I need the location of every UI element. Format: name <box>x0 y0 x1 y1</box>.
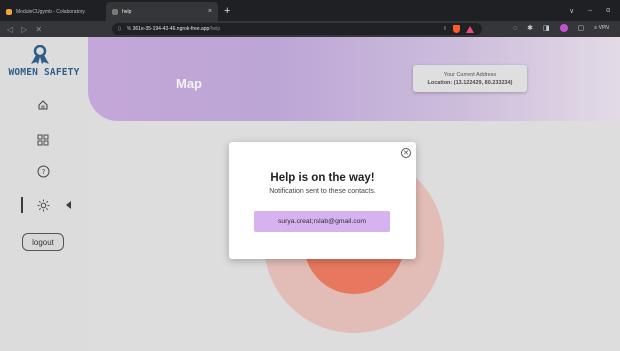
sidebar-toggle-icon[interactable]: ◨ <box>543 24 550 32</box>
close-icon[interactable]: ✕ <box>401 148 411 158</box>
puzzle-icon[interactable]: ✱ <box>527 24 533 32</box>
address-text: % 361e-35-194-43-46.ngrok-free.app/help <box>126 26 221 32</box>
active-indicator <box>21 197 23 213</box>
address-bar[interactable]: ▯ % 361e-35-194-43-46.ngrok-free.app/hel… <box>112 23 482 35</box>
browser-toolbar: ◁ ▷ ✕ ▯ % 361e-35-194-43-46.ngrok-free.a… <box>0 21 620 37</box>
contact-chip: surya.creat;rslab@gmail.com <box>254 211 390 232</box>
location-coordinates: Location: (13.122429, 80.233234) <box>427 80 513 87</box>
collapse-sidebar-icon[interactable] <box>66 201 71 209</box>
close-tab-icon[interactable]: × <box>208 8 212 15</box>
back-icon[interactable]: ◁ <box>7 25 13 34</box>
header: Map Your Current Address Location: (13.1… <box>88 37 620 121</box>
forward-icon[interactable]: ▷ <box>21 25 27 34</box>
page-icon <box>112 8 118 15</box>
share-icon[interactable]: ⇪ <box>443 26 447 32</box>
sidebar: WOMEN SAFETY ? logout <box>0 37 88 351</box>
rewards-icon[interactable] <box>466 25 474 33</box>
brand-name: WOMEN SAFETY <box>8 67 80 78</box>
app: WOMEN SAFETY ? logout Map Your Current A… <box>0 37 620 351</box>
browser-extensions: ◌ ✱ ◨ ▢ ≡ VPN <box>513 24 609 32</box>
extensions-icon[interactable]: ◌ <box>513 25 517 32</box>
home-icon[interactable] <box>36 98 50 112</box>
address-card-label: Your Current Address <box>443 72 497 78</box>
new-tab-button[interactable]: + <box>224 5 230 17</box>
dashboard-icon[interactable] <box>36 133 50 147</box>
brave-shield-icon[interactable] <box>453 25 460 33</box>
bookmark-icon[interactable]: ▯ <box>118 26 121 32</box>
tab-colaboratory[interactable]: ModuleCUgymb - Colaboratory <box>0 2 106 21</box>
nav-buttons: ◁ ▷ ✕ <box>0 25 112 34</box>
colab-icon <box>6 8 12 15</box>
close-window-button[interactable]: ɑ <box>606 7 610 15</box>
tab-search-icon[interactable]: ∨ <box>569 7 574 15</box>
profile-icon[interactable] <box>559 24 568 32</box>
modal-title: Help is on the way! <box>270 172 375 184</box>
help-icon[interactable]: ? <box>36 164 50 178</box>
svg-text:?: ? <box>41 168 45 176</box>
wallet-icon[interactable]: ▢ <box>578 24 585 32</box>
logout-button[interactable]: logout <box>22 233 64 251</box>
current-address-card: Your Current Address Location: (13.12242… <box>413 65 527 92</box>
tab-label: help <box>122 8 132 15</box>
window-controls: ∨ – ɑ <box>569 7 620 15</box>
vpn-button[interactable]: ≡ VPN <box>594 25 609 31</box>
page-title: Map <box>176 76 202 91</box>
modal-subtitle: Notification sent to these contacts. <box>269 188 376 195</box>
help-modal: ✕ Help is on the way! Notification sent … <box>229 142 416 259</box>
address-actions: ⇪ <box>443 25 482 33</box>
browser-tabstrip: ModuleCUgymb - Colaboratory help × + ∨ –… <box>0 0 620 21</box>
tab-label: ModuleCUgymb - Colaboratory <box>16 8 85 15</box>
theme-toggle-icon[interactable] <box>36 198 50 212</box>
ribbon-logo <box>31 45 49 64</box>
tab-help[interactable]: help × <box>106 2 218 21</box>
minimize-button[interactable]: – <box>588 7 592 15</box>
reload-icon[interactable]: ✕ <box>35 25 42 34</box>
